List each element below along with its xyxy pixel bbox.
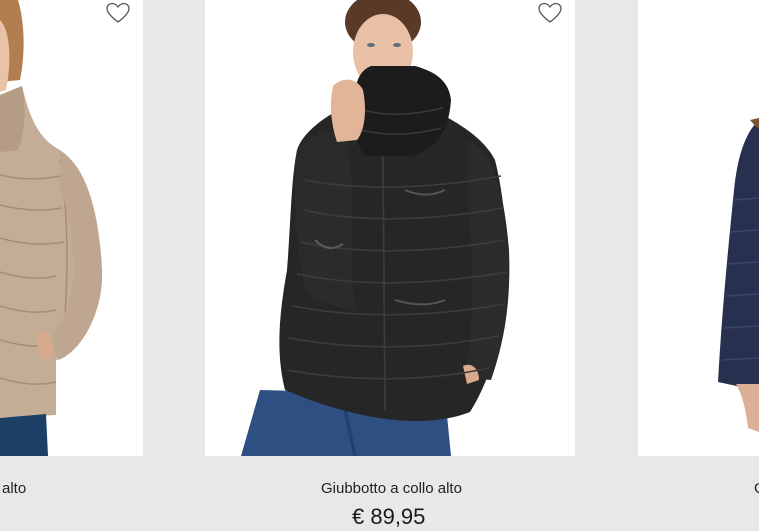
product-card-right[interactable]: G <box>638 0 759 531</box>
favorite-button[interactable] <box>538 2 562 24</box>
product-title[interactable]: Giubbotto a collo alto <box>321 480 462 497</box>
jacket-photo <box>0 0 143 456</box>
jacket-photo <box>638 0 759 456</box>
product-title[interactable]: alto <box>2 480 26 497</box>
favorite-button[interactable] <box>106 2 130 24</box>
product-card-left[interactable]: alto <box>0 0 143 531</box>
product-image[interactable] <box>0 0 143 456</box>
product-image[interactable] <box>205 0 575 456</box>
heart-outline-icon <box>106 2 130 23</box>
product-card-center[interactable]: Giubbotto a collo alto € 89,95 <box>205 0 575 531</box>
jacket-photo <box>205 0 575 456</box>
heart-outline-icon <box>538 2 562 23</box>
product-price: € 89,95 <box>352 504 426 529</box>
product-title[interactable]: G <box>754 480 759 497</box>
product-image[interactable] <box>638 0 759 456</box>
